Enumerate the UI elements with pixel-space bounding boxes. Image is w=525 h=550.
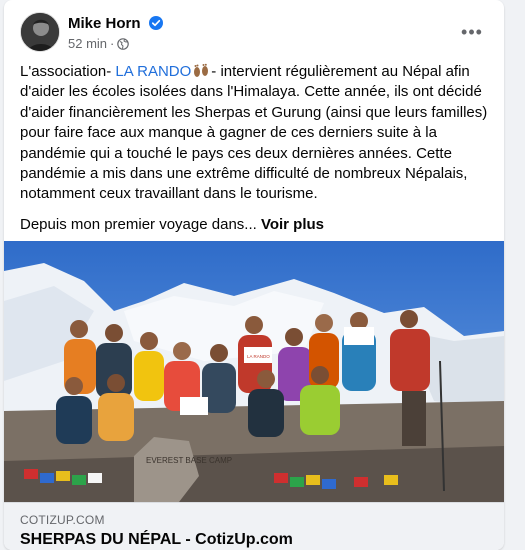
more-options-icon: ••• — [461, 21, 483, 42]
post-meta: 52 min · — [68, 36, 130, 51]
link-preview[interactable]: COTIZUP.COM SHERPAS DU NÉPAL - CotizUp.c… — [4, 502, 504, 550]
post-photo[interactable]: EVEREST BASE CAMP LA RANDO — [4, 241, 504, 502]
banner-text: LA RANDO — [247, 354, 270, 359]
mention-link[interactable]: LA RANDO — [115, 63, 191, 80]
footprints-emoji-icon — [194, 63, 209, 77]
author-name[interactable]: Mike Horn — [68, 15, 163, 32]
post-time[interactable]: 52 min — [68, 36, 107, 51]
post-card: Mike Horn 52 min · ••• L'association- LA… — [4, 0, 504, 550]
globe-icon — [117, 37, 130, 50]
post-header: Mike Horn 52 min · ••• — [20, 12, 490, 54]
author-name-text[interactable]: Mike Horn — [68, 15, 141, 32]
link-domain: COTIZUP.COM — [20, 513, 105, 527]
verified-badge-icon — [148, 16, 163, 30]
link-title[interactable]: SHERPAS DU NÉPAL - CotizUp.com — [20, 531, 293, 549]
text-pre-link: L'association- — [20, 63, 116, 80]
meta-separator: · — [110, 36, 115, 51]
post-text: L'association- LA RANDO - intervient régu… — [20, 62, 490, 235]
see-more-button[interactable]: Voir plus — [261, 216, 324, 233]
post-paragraph-2: Depuis mon premier voyage dans... Voir p… — [20, 215, 490, 235]
group-photo-image: EVEREST BASE CAMP LA RANDO — [4, 241, 504, 502]
text-post-link: - intervient régulièrement au Népal afin… — [20, 63, 488, 203]
more-options-button[interactable]: ••• — [458, 18, 486, 46]
rock-sign-text: EVEREST BASE CAMP — [146, 456, 232, 465]
author-avatar[interactable] — [20, 12, 60, 52]
post-paragraph-1: L'association- LA RANDO - intervient régu… — [20, 62, 490, 205]
avatar-image-icon — [21, 13, 59, 51]
text-para2: Depuis mon premier voyage dans... — [20, 215, 261, 233]
